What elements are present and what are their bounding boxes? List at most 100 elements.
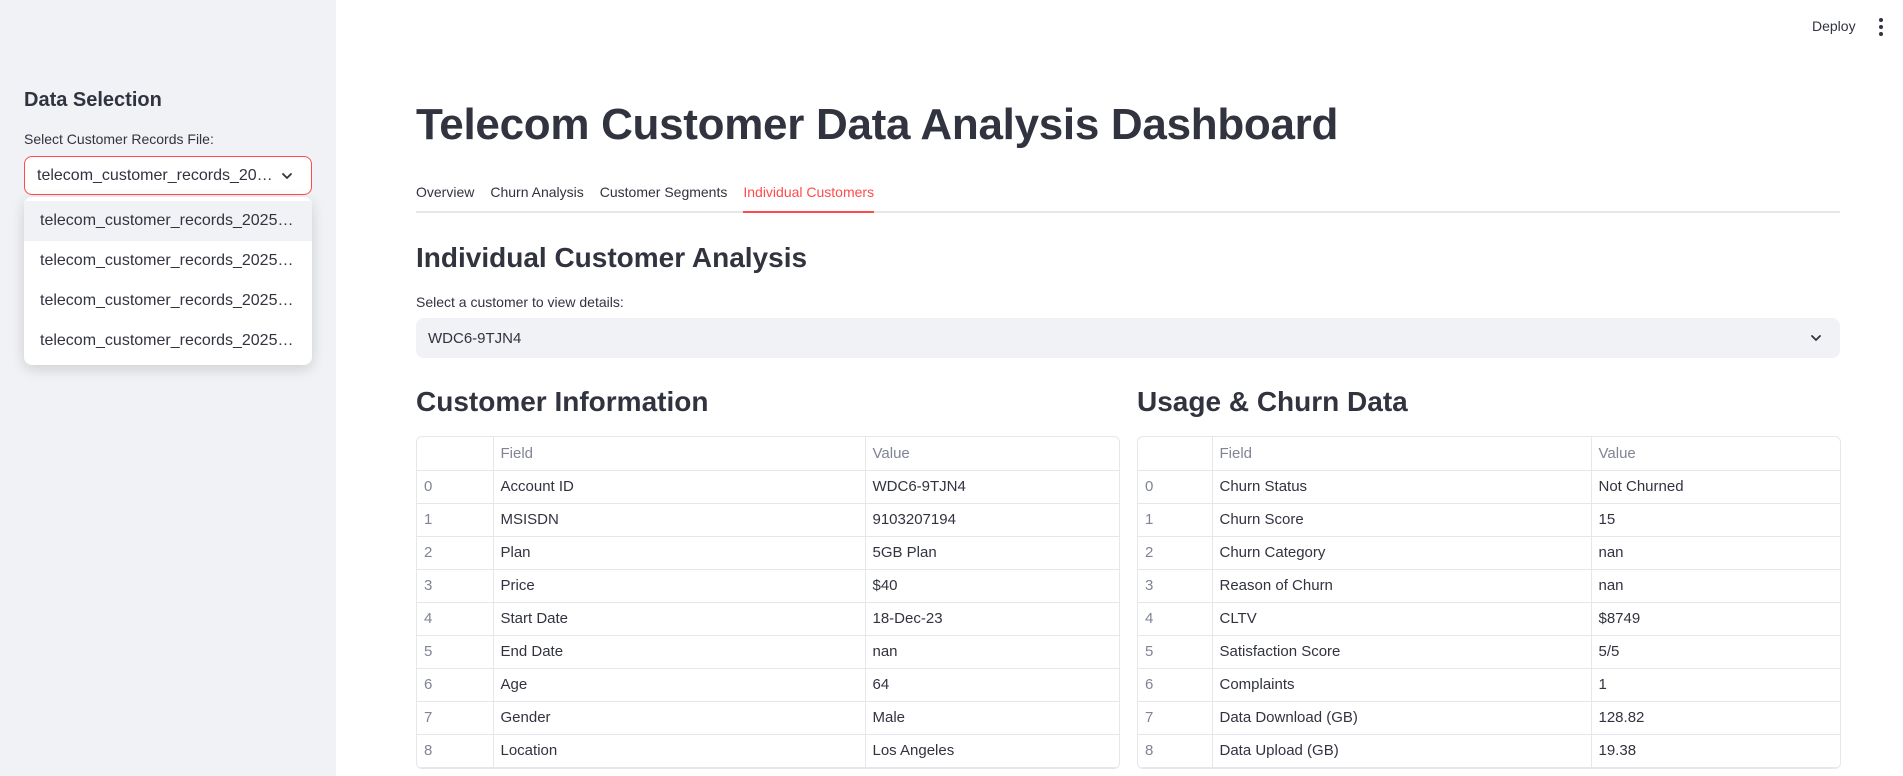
row-index: 8 [417, 734, 494, 768]
row-index: 6 [417, 668, 494, 702]
row-index: 7 [1138, 701, 1213, 735]
usage-churn-body: 0 Churn Status Not Churned 1 Churn Score 15 2 C… [1138, 470, 1840, 768]
value-cell: WDC6-9TJN4 [865, 470, 1119, 504]
value-cell: 1 [1591, 668, 1840, 702]
deploy-button[interactable]: Deploy [1812, 18, 1856, 34]
value-cell: 64 [865, 668, 1119, 702]
field-cell: CLTV [1212, 602, 1592, 636]
table-row: 0 Churn Status Not Churned [1138, 470, 1840, 504]
field-cell: Data Download (GB) [1212, 701, 1592, 735]
table-row: 4 Start Date 18-Dec-23 [417, 602, 1119, 636]
tab-churn-analysis[interactable]: Churn Analysis [490, 178, 583, 213]
field-cell: Churn Score [1212, 503, 1592, 537]
customer-select-value: WDC6-9TJN4 [428, 329, 522, 347]
table-row: 5 End Date nan [417, 635, 1119, 669]
customer-info-table: Field Value 0 Account ID WDC6-9TJN4 1 MSISDN… [416, 436, 1120, 769]
usage-churn-table: Field Value 0 Churn Status Not Churned 1 Chu… [1137, 436, 1841, 769]
page-title: Telecom Customer Data Analysis Dashboard [416, 100, 1339, 149]
file-option[interactable]: telecom_customer_records_20250302_data.c… [24, 241, 312, 281]
tab-individual-customers[interactable]: Individual Customers [743, 178, 875, 213]
value-cell: 15 [1591, 503, 1840, 537]
table-row: 6 Complaints 1 [1138, 668, 1840, 702]
file-option[interactable]: telecom_customer_records_20250303_data.c… [24, 281, 312, 321]
section-title: Individual Customer Analysis [416, 242, 808, 273]
value-cell: nan [1591, 569, 1840, 603]
index-header [1138, 437, 1213, 471]
value-cell: nan [1591, 536, 1840, 570]
row-index: 3 [417, 569, 494, 603]
file-select-value: telecom_customer_records_20250301_data.c… [37, 166, 275, 184]
field-cell: Age [493, 668, 866, 702]
field-cell: End Date [493, 635, 866, 669]
table-row: 3 Reason of Churn nan [1138, 569, 1840, 603]
value-cell: 18-Dec-23 [865, 602, 1119, 636]
vertical-ellipsis-icon[interactable] [1873, 15, 1889, 39]
table-row: 4 CLTV $8749 [1138, 602, 1840, 636]
value-cell: nan [865, 635, 1119, 669]
table-row: 7 Gender Male [417, 701, 1119, 735]
index-header [417, 437, 494, 471]
field-cell: Satisfaction Score [1212, 635, 1592, 669]
customer-select[interactable]: WDC6-9TJN4 [416, 318, 1840, 358]
row-index: 7 [417, 701, 494, 735]
sidebar: Data Selection Select Customer Records F… [0, 0, 336, 776]
value-cell: 19.38 [1591, 734, 1840, 768]
value-cell: Male [865, 701, 1119, 735]
table-row: 8 Location Los Angeles [417, 734, 1119, 768]
row-index: 8 [1138, 734, 1213, 768]
file-dropdown-menu: telecom_customer_records_20250301_data.c… [24, 197, 312, 365]
value-cell: 128.82 [1591, 701, 1840, 735]
field-cell: MSISDN [493, 503, 866, 537]
value-header: Value [865, 437, 1119, 471]
value-cell: Not Churned [1591, 470, 1840, 504]
field-cell: Start Date [493, 602, 866, 636]
row-index: 4 [417, 602, 494, 636]
table-row: 8 Data Upload (GB) 19.38 [1138, 734, 1840, 768]
field-cell: Data Upload (GB) [1212, 734, 1592, 768]
table-row: 5 Satisfaction Score 5/5 [1138, 635, 1840, 669]
row-index: 3 [1138, 569, 1213, 603]
table-header-row: Field Value [417, 437, 1119, 471]
value-header: Value [1591, 437, 1840, 471]
field-header: Field [493, 437, 866, 471]
customer-info-title: Customer Information [416, 386, 709, 417]
file-select[interactable]: telecom_customer_records_20250301_data.c… [24, 156, 312, 195]
tab-customer-segments[interactable]: Customer Segments [600, 178, 728, 213]
value-cell: Los Angeles [865, 734, 1119, 768]
table-row: 1 MSISDN 9103207194 [417, 503, 1119, 537]
value-cell: 5/5 [1591, 635, 1840, 669]
file-option[interactable]: telecom_customer_records_20250304_data.c… [24, 321, 312, 361]
chevron-down-icon [1804, 326, 1828, 350]
file-select-label: Select Customer Records File: [24, 131, 214, 147]
field-cell: Gender [493, 701, 866, 735]
field-cell: Price [493, 569, 866, 603]
table-row: 1 Churn Score 15 [1138, 503, 1840, 537]
row-index: 1 [1138, 503, 1213, 537]
value-cell: 5GB Plan [865, 536, 1119, 570]
tab-overview[interactable]: Overview [416, 178, 474, 213]
table-row: 3 Price $40 [417, 569, 1119, 603]
row-index: 2 [1138, 536, 1213, 570]
row-index: 1 [417, 503, 494, 537]
value-cell: $40 [865, 569, 1119, 603]
field-cell: Complaints [1212, 668, 1592, 702]
table-row: 7 Data Download (GB) 128.82 [1138, 701, 1840, 735]
row-index: 0 [417, 470, 494, 504]
value-cell: 9103207194 [865, 503, 1119, 537]
customer-info-body: 0 Account ID WDC6-9TJN4 1 MSISDN 9103207194 2 P… [417, 470, 1119, 768]
row-index: 0 [1138, 470, 1213, 504]
field-cell: Location [493, 734, 866, 768]
row-index: 5 [417, 635, 494, 669]
table-row: 0 Account ID WDC6-9TJN4 [417, 470, 1119, 504]
field-cell: Account ID [493, 470, 866, 504]
tab-bar: Overview Churn Analysis Customer Segment… [416, 178, 1840, 213]
table-header-row: Field Value [1138, 437, 1840, 471]
row-index: 4 [1138, 602, 1213, 636]
row-index: 2 [417, 536, 494, 570]
file-option[interactable]: telecom_customer_records_20250301_data.c… [24, 201, 312, 241]
chevron-up-icon [275, 164, 299, 188]
table-row: 2 Plan 5GB Plan [417, 536, 1119, 570]
field-header: Field [1212, 437, 1592, 471]
row-index: 5 [1138, 635, 1213, 669]
value-cell: $8749 [1591, 602, 1840, 636]
